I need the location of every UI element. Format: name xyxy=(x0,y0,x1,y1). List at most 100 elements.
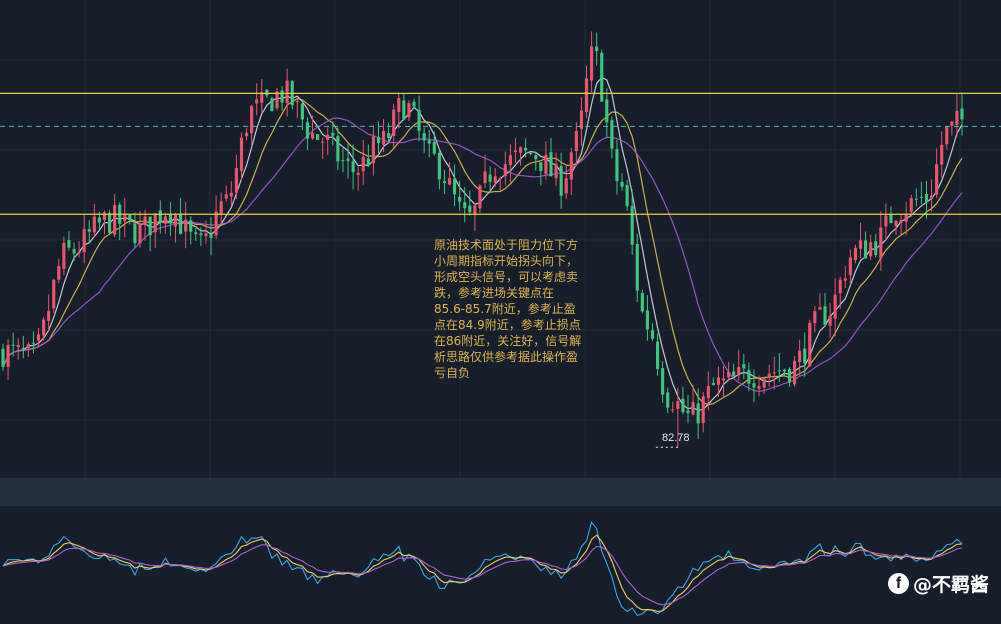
candle-body xyxy=(219,201,223,214)
candle-body xyxy=(128,214,132,221)
candle-body xyxy=(782,369,786,372)
candle-body xyxy=(437,152,441,180)
candle-body xyxy=(955,110,959,125)
candle-body xyxy=(554,163,558,179)
candle-body xyxy=(270,98,274,112)
candle-body xyxy=(255,99,259,104)
candle-body xyxy=(62,242,66,269)
candle-body xyxy=(204,233,208,237)
candle-body xyxy=(11,344,15,346)
candle-body xyxy=(696,403,700,424)
candle-body xyxy=(549,152,553,177)
candle-body xyxy=(833,294,837,319)
watermark-text: @不羁酱 xyxy=(912,574,989,596)
candle-body xyxy=(828,316,832,326)
candle-body xyxy=(397,98,401,113)
candle-body xyxy=(757,386,761,389)
candle-body xyxy=(529,152,533,155)
candle-body xyxy=(645,310,649,330)
candle-body xyxy=(919,196,923,198)
candle-body xyxy=(711,382,715,386)
candle-body xyxy=(716,377,721,385)
candle-body xyxy=(874,241,878,256)
candle-body xyxy=(864,240,868,259)
candle-body xyxy=(275,91,279,109)
candle-body xyxy=(792,360,797,385)
candle-body xyxy=(747,370,751,384)
candle-body xyxy=(929,195,934,200)
candle-body xyxy=(681,398,685,413)
candle-body xyxy=(331,132,335,136)
candle-body xyxy=(113,205,117,235)
candle-body xyxy=(655,341,660,370)
candle-body xyxy=(280,90,284,103)
candle-body xyxy=(610,120,614,149)
candle-body xyxy=(600,52,604,102)
candle-body xyxy=(671,409,675,411)
candle-body xyxy=(1,348,5,368)
candle-body xyxy=(503,164,507,177)
candle-body xyxy=(229,192,233,197)
candle-body xyxy=(818,307,822,310)
candle-body xyxy=(569,152,573,180)
candle-body xyxy=(879,227,883,259)
candle-body xyxy=(676,401,680,409)
candle-body xyxy=(914,198,918,200)
candle-body xyxy=(402,100,406,120)
candle-body xyxy=(727,371,731,378)
candle-body xyxy=(813,311,817,324)
candle-body xyxy=(102,212,107,220)
candle-body xyxy=(478,185,482,209)
candle-body xyxy=(498,178,502,180)
candle-body xyxy=(513,150,518,153)
oscillator-line-purple xyxy=(2,544,963,606)
candle-body xyxy=(808,322,812,367)
candle-body xyxy=(752,383,756,388)
candle-body xyxy=(326,134,330,140)
candle-body xyxy=(904,214,908,222)
candle-body xyxy=(787,369,792,383)
candle-body xyxy=(82,229,86,253)
candle-body xyxy=(488,174,492,182)
candle-body xyxy=(473,205,477,215)
candle-body xyxy=(214,211,218,236)
candle-body xyxy=(153,213,157,233)
candle-body xyxy=(798,350,802,363)
chart-stage: 原油技术面处于阻力位下方小周期指标开始拐头向下，形成空头信号，可以考虑卖跌，参考… xyxy=(0,0,1001,624)
candle-body xyxy=(57,266,61,280)
candle-body xyxy=(950,121,954,126)
candle-body xyxy=(381,130,386,145)
candle-body xyxy=(630,205,634,245)
candle-body xyxy=(742,364,746,369)
candle-body xyxy=(706,385,710,399)
candle-body xyxy=(387,133,391,139)
candle-body xyxy=(442,181,447,183)
candle-body xyxy=(87,228,91,232)
candle-body xyxy=(158,210,162,222)
candle-body xyxy=(305,122,310,139)
analysis-annotation: 原油技术面处于阻力位下方小周期指标开始拐头向下，形成空头信号，可以考虑卖跌，参考… xyxy=(434,238,582,380)
candle-body xyxy=(356,172,360,175)
candle-body xyxy=(590,46,594,81)
candle-body xyxy=(250,106,254,134)
candle-body xyxy=(407,103,411,118)
candle-body xyxy=(869,242,873,257)
candle-body xyxy=(26,343,30,348)
candle-body xyxy=(244,132,249,137)
candle-body xyxy=(935,164,939,195)
candle-body xyxy=(224,194,228,199)
candle-body xyxy=(234,168,238,193)
candle-body xyxy=(148,216,152,236)
candle-body xyxy=(458,196,462,202)
candle-body xyxy=(615,149,619,182)
candle-body xyxy=(508,155,512,165)
candle-body xyxy=(417,109,421,131)
candle-body xyxy=(310,132,315,139)
candle-body xyxy=(777,370,781,372)
candle-body xyxy=(493,176,497,183)
candle-body xyxy=(838,279,842,294)
candle-body xyxy=(524,147,528,151)
candle-body xyxy=(422,133,426,141)
candle-body xyxy=(559,165,563,196)
candle-body xyxy=(6,345,10,367)
